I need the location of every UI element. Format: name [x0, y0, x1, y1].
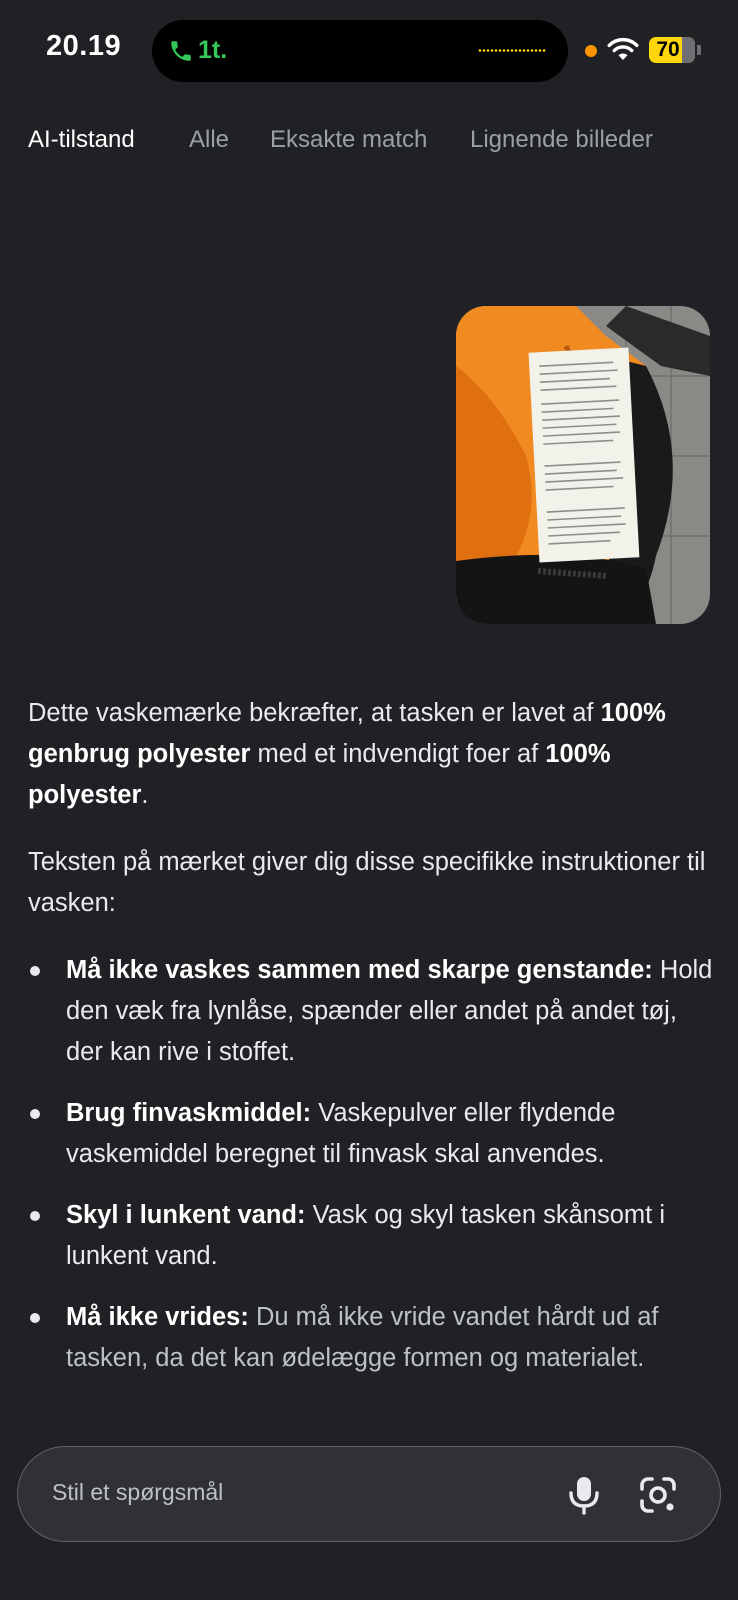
- bullet-dot: [30, 1211, 40, 1221]
- status-bar: 20.19 1t. 70: [0, 0, 738, 100]
- lens-icon[interactable]: [638, 1475, 678, 1515]
- bullet-dot: [30, 1109, 40, 1119]
- dynamic-island[interactable]: 1t.: [152, 20, 568, 82]
- phone-icon: [171, 41, 191, 61]
- audio-activity-indicator: [478, 49, 546, 52]
- list-item: Brug finvaskmiddel: Vaskepulver eller fl…: [28, 1093, 718, 1175]
- battery-icon: 70: [649, 37, 695, 63]
- list-item: Må ikke vrides: Du må ikke vride vandet …: [28, 1297, 718, 1379]
- list-item-title: Må ikke vrides:: [66, 1303, 249, 1331]
- call-duration: 1t.: [198, 36, 228, 64]
- care-label-photo: [456, 306, 710, 624]
- search-mode-tabs: AI-tilstand Alle Eksakte match Lignende …: [0, 120, 738, 164]
- scroll-fade: [0, 1372, 738, 1452]
- answer-lead: Teksten på mærket giver dig disse specif…: [28, 848, 706, 917]
- status-time: 20.19: [46, 30, 122, 62]
- uploaded-image-thumbnail[interactable]: [456, 306, 710, 624]
- ask-followup-bar: [17, 1446, 721, 1542]
- list-item-title: Skyl i lunkent vand:: [66, 1201, 306, 1229]
- tab-similar-images[interactable]: Lignende billeder: [470, 126, 653, 154]
- tab-all[interactable]: Alle: [189, 126, 229, 154]
- intro-text: med et indvendigt foer af: [250, 740, 546, 768]
- tab-ai-mode[interactable]: AI-tilstand: [28, 126, 135, 154]
- battery-cap: [697, 45, 701, 55]
- tab-exact-matches[interactable]: Eksakte match: [270, 126, 427, 154]
- mic-icon[interactable]: [566, 1475, 602, 1515]
- wifi-icon: [607, 38, 639, 60]
- care-instructions-list: Må ikke vaskes sammen med skarpe genstan…: [28, 950, 718, 1379]
- ask-question-input[interactable]: [52, 1479, 492, 1506]
- list-item-title: Må ikke vaskes sammen med skarpe genstan…: [66, 956, 653, 984]
- ai-answer: Dette vaskemærke bekræfter, at tasken er…: [28, 693, 718, 1399]
- list-item-title: Brug finvaskmiddel:: [66, 1099, 312, 1127]
- bullet-dot: [30, 966, 40, 976]
- intro-text: .: [141, 781, 149, 809]
- list-item: Skyl i lunkent vand: Vask og skyl tasken…: [28, 1195, 718, 1277]
- privacy-indicator-dot: [585, 45, 597, 57]
- intro-text: Dette vaskemærke bekræfter, at tasken er…: [28, 699, 601, 727]
- battery-level: 70: [656, 38, 680, 61]
- list-item: Må ikke vaskes sammen med skarpe genstan…: [28, 950, 718, 1073]
- bullet-dot: [30, 1313, 40, 1323]
- answer-intro: Dette vaskemærke bekræfter, at tasken er…: [28, 693, 718, 816]
